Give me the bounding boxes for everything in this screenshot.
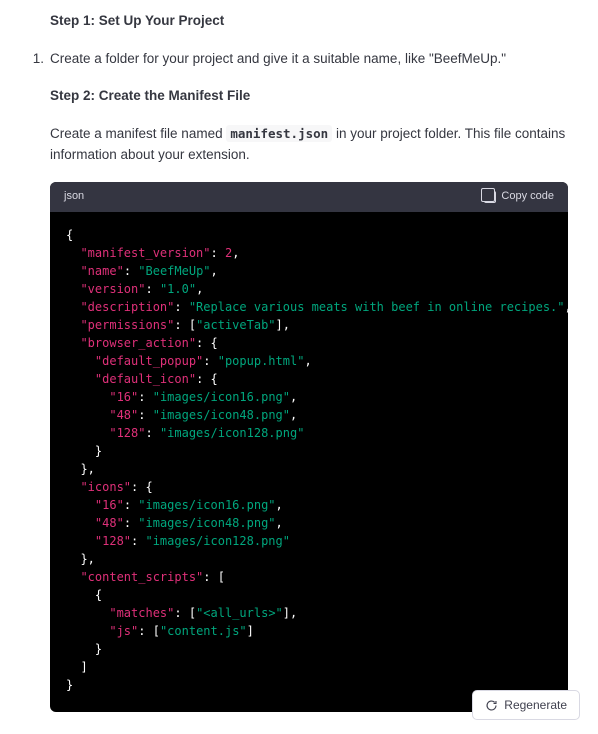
code-header: json Copy code (50, 182, 568, 212)
regenerate-button[interactable]: Regenerate (472, 690, 580, 720)
tutorial-content: Step 1: Set Up Your Project 1. Create a … (0, 0, 598, 732)
inline-code: manifest.json (226, 125, 332, 142)
list-text: Create a folder for your project and giv… (50, 48, 568, 70)
step1-list-item: 1. Create a folder for your project and … (30, 48, 568, 70)
regenerate-label: Regenerate (504, 698, 567, 712)
copy-label: Copy code (501, 188, 554, 206)
list-number: 1. (30, 48, 44, 70)
copy-icon (484, 191, 496, 203)
code-body: { "manifest_version": 2, "name": "BeefMe… (50, 212, 568, 712)
code-block: json Copy code { "manifest_version": 2, … (50, 182, 568, 712)
code-lang-label: json (64, 188, 84, 206)
step1-heading: Step 1: Set Up Your Project (50, 10, 568, 32)
regenerate-icon (485, 699, 498, 712)
step2-paragraph: Create a manifest file named manifest.js… (50, 123, 568, 166)
step2-heading: Step 2: Create the Manifest File (50, 85, 568, 107)
para-text-before: Create a manifest file named (50, 126, 226, 141)
copy-code-button[interactable]: Copy code (484, 188, 554, 206)
